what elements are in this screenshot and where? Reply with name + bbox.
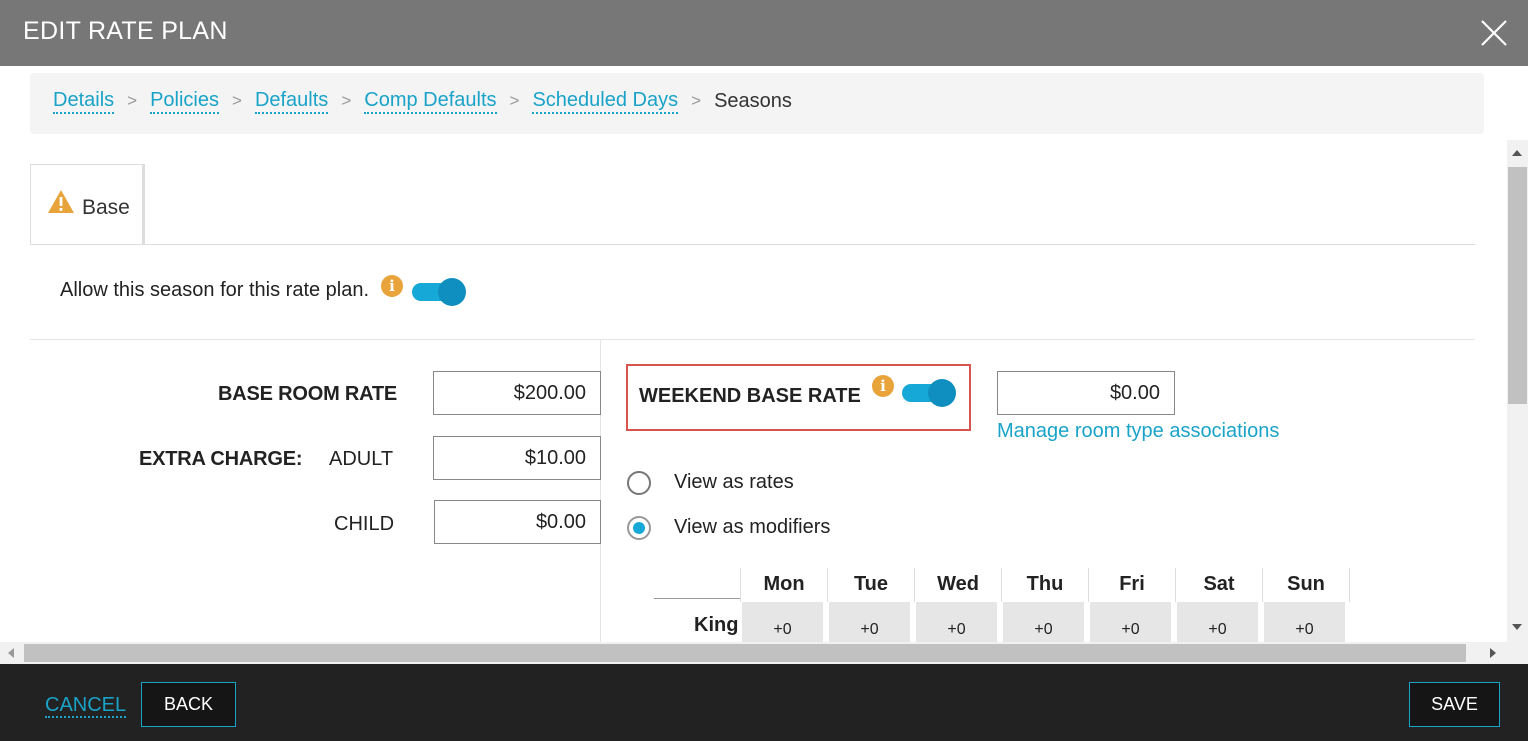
cancel-button[interactable]: CANCEL: [45, 694, 127, 718]
scroll-right-icon[interactable]: [1490, 648, 1496, 658]
breadcrumb: Details > Policies > Defaults > Comp Def…: [30, 73, 1484, 134]
grid-row-label: King: [694, 614, 739, 636]
dialog-title: EDIT RATE PLAN: [23, 17, 228, 45]
grid-header-wed: Wed: [915, 568, 1002, 602]
view-as-modifiers-label[interactable]: View as modifiers: [674, 516, 830, 539]
grid-cell[interactable]: +0: [742, 602, 823, 642]
vertical-scroll-thumb[interactable]: [1508, 167, 1527, 404]
allow-season-toggle[interactable]: [412, 278, 466, 306]
view-as-rates-radio[interactable]: [627, 471, 651, 495]
breadcrumb-separator: >: [509, 91, 520, 110]
extra-charge-label: EXTRA CHARGE:: [139, 448, 303, 470]
breadcrumb-current: Seasons: [714, 90, 792, 112]
tab-base[interactable]: Base: [30, 164, 145, 245]
vertical-scrollbar[interactable]: [1507, 140, 1528, 642]
child-label: CHILD: [334, 513, 395, 535]
breadcrumb-separator: >: [232, 91, 242, 110]
tab-base-label: Base: [82, 196, 130, 219]
grid-cell[interactable]: +0: [1003, 602, 1084, 642]
grid-header-mon: Mon: [741, 568, 828, 602]
base-room-rate-input[interactable]: $200.00: [433, 371, 601, 415]
horizontal-scroll-thumb[interactable]: [24, 644, 1466, 662]
view-as-modifiers-radio[interactable]: [627, 516, 651, 540]
scroll-left-icon[interactable]: [8, 648, 14, 658]
base-room-rate-label: BASE ROOM RATE: [218, 383, 398, 405]
save-button[interactable]: SAVE: [1409, 682, 1500, 727]
breadcrumb-details[interactable]: Details: [53, 88, 115, 114]
close-icon[interactable]: [1478, 17, 1510, 49]
grid-cell[interactable]: +0: [1264, 602, 1345, 642]
dialog-footer: CANCEL BACK SAVE: [0, 664, 1528, 741]
content-area: Base Allow this season for this rate pla…: [0, 140, 1507, 642]
breadcrumb-comp-defaults[interactable]: Comp Defaults: [364, 88, 497, 114]
weekend-base-rate-toggle[interactable]: [902, 379, 956, 407]
breadcrumb-policies[interactable]: Policies: [150, 88, 219, 114]
grid-cell[interactable]: +0: [1090, 602, 1171, 642]
scrollbar-corner: [1507, 642, 1528, 664]
breadcrumb-scheduled-days[interactable]: Scheduled Days: [532, 88, 679, 114]
breadcrumb-separator: >: [691, 91, 702, 110]
grid-header-tue: Tue: [828, 568, 915, 602]
section-divider: [30, 339, 1475, 340]
tab-divider: [30, 244, 1475, 245]
back-button[interactable]: BACK: [141, 682, 236, 727]
weekend-base-rate-label: WEEKEND BASE RATE: [639, 385, 861, 407]
scroll-up-icon[interactable]: [1512, 150, 1522, 156]
manage-room-type-link[interactable]: Manage room type associations: [997, 420, 1279, 443]
grid-header-sun: Sun: [1263, 568, 1350, 602]
dialog-header: EDIT RATE PLAN: [0, 0, 1528, 66]
grid-cell[interactable]: +0: [1177, 602, 1258, 642]
grid-header-fri: Fri: [1089, 568, 1176, 602]
scroll-down-icon[interactable]: [1512, 624, 1522, 630]
adult-charge-input[interactable]: $10.00: [433, 436, 601, 480]
grid-cell[interactable]: +0: [829, 602, 910, 642]
breadcrumb-separator: >: [127, 91, 138, 110]
info-icon[interactable]: i: [381, 275, 403, 297]
breadcrumb-defaults[interactable]: Defaults: [254, 88, 329, 114]
view-as-rates-label[interactable]: View as rates: [674, 471, 794, 494]
horizontal-scrollbar[interactable]: [0, 642, 1507, 664]
adult-label: ADULT: [329, 448, 394, 470]
child-charge-input[interactable]: $0.00: [434, 500, 601, 544]
grid-header-thu: Thu: [1002, 568, 1089, 602]
breadcrumb-separator: >: [341, 91, 352, 110]
info-icon[interactable]: i: [872, 375, 894, 397]
grid-header-sat: Sat: [1176, 568, 1263, 602]
weekend-base-rate-input[interactable]: $0.00: [997, 371, 1175, 415]
warning-icon: [48, 190, 74, 213]
grid-header-underline: [654, 598, 741, 599]
grid-cell[interactable]: +0: [916, 602, 997, 642]
allow-season-label: Allow this season for this rate plan.: [60, 279, 370, 301]
